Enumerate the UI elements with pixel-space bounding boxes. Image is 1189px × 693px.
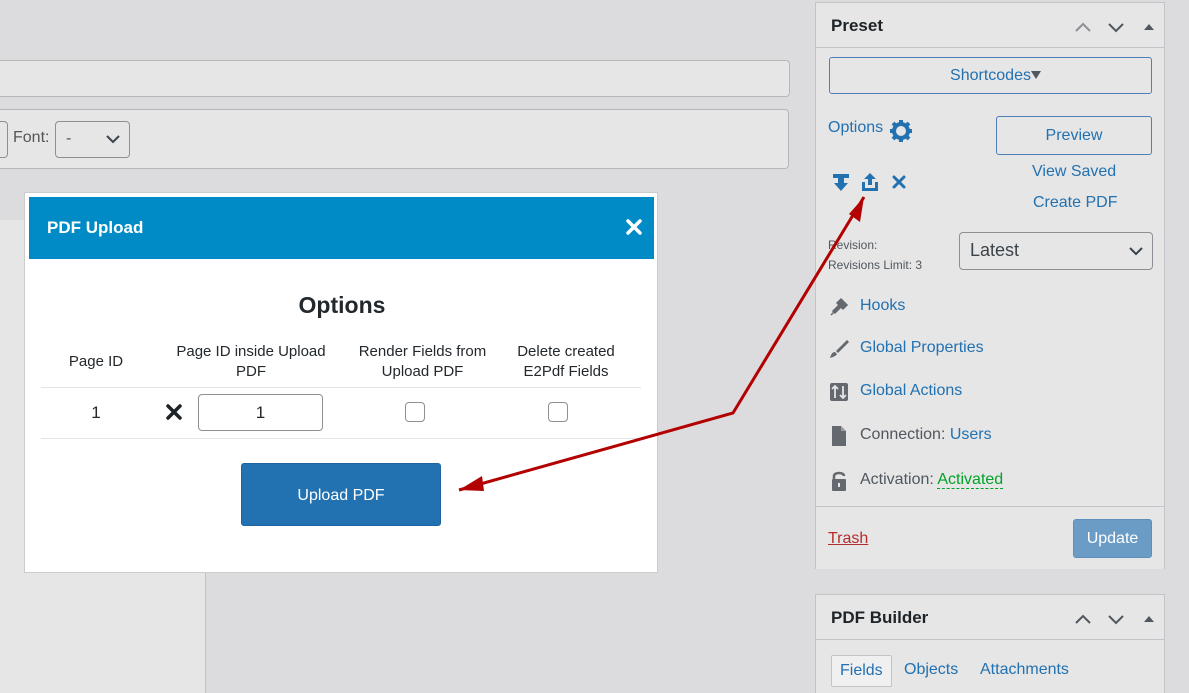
remove-row-icon[interactable]	[165, 403, 183, 421]
chevron-up-icon[interactable]	[1072, 16, 1094, 38]
options-link[interactable]: Options	[828, 119, 883, 137]
revision-select[interactable]: Latest	[959, 232, 1153, 270]
font-toolbar: Font: -	[0, 109, 789, 169]
table-divider	[41, 387, 641, 388]
modal-header: PDF Upload	[29, 197, 654, 259]
tab-attachments[interactable]: Attachments	[972, 655, 1077, 685]
column-header-render-fields: Render Fields from Upload PDF	[358, 343, 487, 380]
connection-value-link[interactable]: Users	[950, 426, 992, 443]
trash-link[interactable]: Trash	[828, 530, 868, 548]
column-header-page-id-inside: Page ID inside Upload PDF	[176, 343, 326, 380]
font-label: Font:	[13, 129, 50, 146]
modal-title: PDF Upload	[47, 218, 144, 237]
page-id-inside-input[interactable]: 1	[198, 394, 323, 431]
plug-icon	[830, 297, 849, 316]
table-divider	[41, 438, 641, 439]
toggle-panel-icon[interactable]	[1138, 16, 1160, 38]
chevron-down-icon	[106, 135, 120, 144]
delete-fields-checkbox[interactable]	[548, 402, 568, 422]
update-button[interactable]: Update	[1073, 519, 1152, 558]
revision-label: Revision:	[828, 238, 878, 252]
global-properties-label: Global Properties	[860, 339, 984, 356]
lock-icon	[832, 471, 846, 491]
paintbrush-icon	[830, 340, 849, 358]
preset-footer: Trash Update	[816, 506, 1164, 569]
render-fields-checkbox[interactable]	[405, 402, 425, 422]
close-icon[interactable]	[888, 171, 910, 193]
gear-icon[interactable]	[889, 119, 913, 143]
activation-label: Activation: Activated	[860, 471, 1004, 489]
shortcodes-dropdown[interactable]: Shortcodes	[829, 57, 1152, 94]
import-icon[interactable]	[830, 171, 852, 193]
text-field-bar[interactable]	[0, 60, 790, 97]
pdf-builder-header: PDF Builder	[816, 595, 1164, 640]
global-actions-label: Global Actions	[860, 382, 963, 399]
tab-objects[interactable]: Objects	[896, 655, 966, 685]
chevron-down-icon	[1129, 247, 1143, 256]
hooks-label: Hooks	[860, 297, 906, 314]
document-icon	[832, 426, 846, 446]
export-icon[interactable]	[859, 171, 881, 193]
preset-box-header: Preset	[816, 3, 1164, 48]
font-select[interactable]: -	[55, 121, 130, 158]
preview-button[interactable]: Preview	[996, 116, 1152, 155]
preset-box: Preset Shortcodes Options Preview View S…	[815, 2, 1165, 569]
chevron-down-icon[interactable]	[1105, 16, 1127, 38]
font-select-value: -	[66, 130, 72, 147]
options-heading: Options	[298, 292, 386, 318]
size-select-stub[interactable]	[0, 121, 8, 158]
revisions-limit-label: Revisions Limit: 3	[828, 258, 923, 272]
pdf-builder-title: PDF Builder	[831, 608, 929, 627]
shortcodes-label: Shortcodes	[950, 67, 1031, 84]
revision-select-value: Latest	[970, 240, 1020, 260]
create-pdf-link[interactable]: Create PDF	[1033, 194, 1117, 212]
pdf-upload-modal: PDF Upload Options Page ID Page ID insid…	[24, 192, 658, 573]
toggle-panel-icon[interactable]	[1138, 608, 1160, 630]
close-icon[interactable]	[624, 217, 644, 237]
view-saved-link[interactable]: View Saved	[1032, 163, 1116, 181]
chevron-down-icon[interactable]	[1105, 608, 1127, 630]
tab-fields[interactable]: Fields	[831, 655, 892, 687]
pdf-builder-box: PDF Builder Fields Objects Attachments	[815, 594, 1165, 693]
chevron-up-icon[interactable]	[1072, 608, 1094, 630]
caret-down-icon	[1031, 71, 1041, 79]
upload-pdf-button[interactable]: Upload PDF	[241, 463, 441, 526]
connection-label: Connection: Users	[860, 426, 992, 443]
page-id-cell: 1	[91, 403, 101, 422]
actions-icon	[830, 383, 848, 401]
preset-title: Preset	[831, 16, 883, 35]
column-header-delete-fields: Delete created E2Pdf Fields	[517, 343, 615, 380]
activation-status[interactable]: Activated	[937, 471, 1004, 489]
column-header-page-id: Page ID	[68, 353, 124, 370]
